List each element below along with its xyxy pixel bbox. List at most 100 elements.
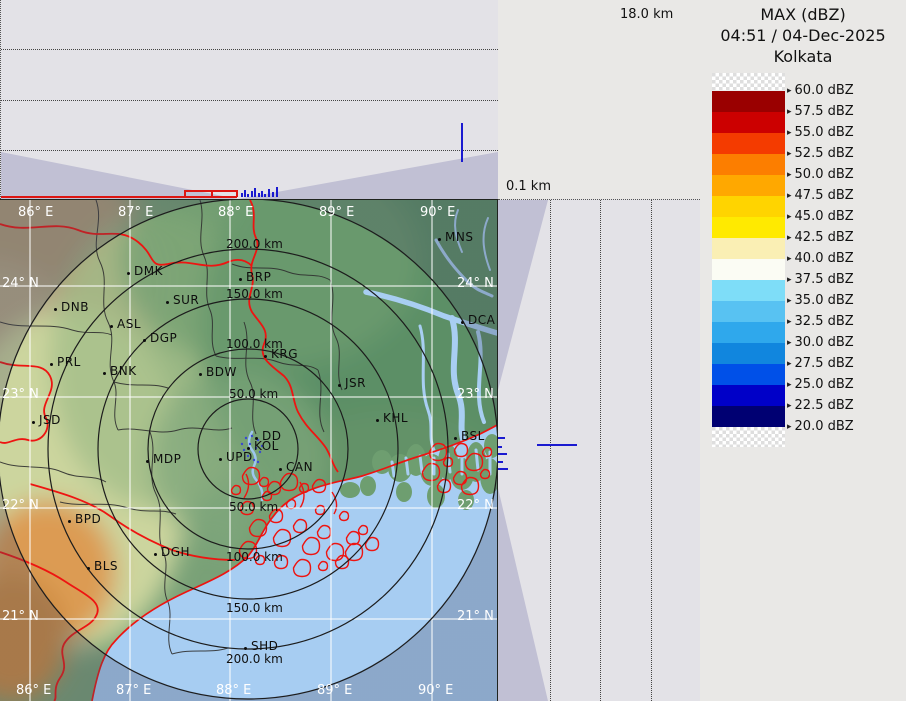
dbz-band-50.0 xyxy=(712,175,785,196)
scale-label-text: 22.5 dBZ xyxy=(795,398,854,413)
city-dot-DGH xyxy=(154,553,157,556)
city-dot-UPD xyxy=(219,458,222,461)
latitude-label-right: 23° N xyxy=(457,387,494,402)
city-label-SUR: SUR xyxy=(173,293,199,307)
city-label-BPD: BPD xyxy=(75,512,101,526)
dbz-band-47.5 xyxy=(712,196,785,217)
max-trace-tick xyxy=(236,190,238,197)
longitude-label-top: 87° E xyxy=(118,205,153,220)
scale-label: ▸22.5 dBZ xyxy=(787,398,854,414)
tick-arrow-icon: ▸ xyxy=(787,230,792,246)
echo-column xyxy=(461,123,463,162)
scale-label-text: 30.0 dBZ xyxy=(795,335,854,350)
city-dot-BPD xyxy=(68,520,71,523)
scale-label: ▸35.0 dBZ xyxy=(787,293,854,309)
scale-label-text: 45.0 dBZ xyxy=(795,209,854,224)
range-ring-label: 150.0 km xyxy=(226,601,283,615)
legend-header: MAX (dBZ) 04:51 / 04-Dec-2025 Kolkata xyxy=(700,4,906,67)
city-dot-MDP xyxy=(146,460,149,463)
scale-label-text: 50.0 dBZ xyxy=(795,167,854,182)
top-panel-echo-marks xyxy=(1,0,498,199)
tick-arrow-icon: ▸ xyxy=(787,146,792,162)
max-trace-baseline xyxy=(1,196,237,198)
dbz-colorbar xyxy=(712,73,785,447)
range-ring-label: 50.0 km xyxy=(229,500,278,514)
top-projection-panel xyxy=(0,0,498,199)
city-label-BNK: BNK xyxy=(110,364,137,378)
city-label-DGP: DGP xyxy=(150,331,177,345)
map-label-layer: 86° E86° E87° E87° E88° E88° E89° E89° E… xyxy=(0,200,497,701)
scale-label-text: 32.5 dBZ xyxy=(795,314,854,329)
city-label-JSR: JSR xyxy=(345,376,366,390)
tick-arrow-icon: ▸ xyxy=(787,356,792,372)
scale-label: ▸42.5 dBZ xyxy=(787,230,854,246)
city-dot-KHL xyxy=(376,419,379,422)
tick-arrow-icon: ▸ xyxy=(787,419,792,435)
city-label-BDW: BDW xyxy=(206,365,237,379)
scale-label: ▸40.0 dBZ xyxy=(787,251,854,267)
longitude-label-bottom: 87° E xyxy=(116,683,151,698)
city-dot-JSD xyxy=(32,421,35,424)
city-label-KHL: KHL xyxy=(383,411,408,425)
echo-spike xyxy=(276,187,278,197)
city-label-ASL: ASL xyxy=(117,317,141,331)
transparent-checker xyxy=(712,73,785,91)
city-label-DGH: DGH xyxy=(161,545,190,559)
dbz-band-45.0 xyxy=(712,217,785,238)
echo-spike xyxy=(251,191,253,197)
city-dot-SUR xyxy=(166,301,169,304)
tick-arrow-icon: ▸ xyxy=(787,104,792,120)
city-dot-BSL xyxy=(454,437,457,440)
city-dot-DGP xyxy=(143,339,146,342)
city-dot-BDW xyxy=(199,373,202,376)
dbz-band-22.5 xyxy=(712,406,785,427)
latitude-label-left: 24° N xyxy=(2,276,39,291)
tick-arrow-icon: ▸ xyxy=(787,377,792,393)
max-trace-tick xyxy=(211,190,213,197)
dbz-band-52.5 xyxy=(712,154,785,175)
dbz-band-32.5 xyxy=(712,322,785,343)
map-viewport[interactable]: 86° E86° E87° E87° E88° E88° E89° E89° E… xyxy=(0,199,498,701)
tick-arrow-icon: ▸ xyxy=(787,272,792,288)
tick-arrow-icon: ▸ xyxy=(787,293,792,309)
scale-label: ▸50.0 dBZ xyxy=(787,167,854,183)
echo-spike xyxy=(261,191,263,197)
echo-edge-mark xyxy=(498,468,508,470)
latitude-label-right: 24° N xyxy=(457,276,494,291)
dbz-band-27.5 xyxy=(712,364,785,385)
tick-arrow-icon: ▸ xyxy=(787,188,792,204)
dbz-band-42.5 xyxy=(712,238,785,259)
dbz-band-57.5 xyxy=(712,112,785,133)
range-ring-label: 200.0 km xyxy=(226,652,283,666)
scale-label-text: 40.0 dBZ xyxy=(795,251,854,266)
city-label-DMK: DMK xyxy=(134,264,163,278)
range-ring-label: 100.0 km xyxy=(226,550,283,564)
scale-label: ▸20.0 dBZ xyxy=(787,419,854,435)
tick-arrow-icon: ▸ xyxy=(787,314,792,330)
tick-arrow-icon: ▸ xyxy=(787,83,792,99)
transparent-checker xyxy=(712,427,785,447)
tick-arrow-icon: ▸ xyxy=(787,209,792,225)
dbz-band-37.5 xyxy=(712,280,785,301)
city-dot-KRG xyxy=(264,355,267,358)
city-dot-DMK xyxy=(127,272,130,275)
longitude-label-top: 89° E xyxy=(319,205,354,220)
scale-label-text: 27.5 dBZ xyxy=(795,356,854,371)
city-label-KRG: KRG xyxy=(271,347,298,361)
dbz-band-35.0 xyxy=(712,301,785,322)
dbz-band-55.0 xyxy=(712,133,785,154)
product-datetime: 04:51 / 04-Dec-2025 xyxy=(700,25,906,46)
echo-spike xyxy=(254,188,256,197)
scale-label: ▸57.5 dBZ xyxy=(787,104,854,120)
city-dot-SHD xyxy=(244,647,247,650)
city-dot-BLS xyxy=(87,567,90,570)
scale-label-text: 55.0 dBZ xyxy=(795,125,854,140)
echo-edge-mark xyxy=(498,437,505,439)
longitude-label-bottom: 89° E xyxy=(317,683,352,698)
scale-label: ▸55.0 dBZ xyxy=(787,125,854,141)
latitude-label-right: 21° N xyxy=(457,609,494,624)
city-dot-DNB xyxy=(54,308,57,311)
echo-spike xyxy=(258,193,260,197)
longitude-label-top: 90° E xyxy=(420,205,455,220)
latitude-label-right: 22° N xyxy=(457,498,494,513)
